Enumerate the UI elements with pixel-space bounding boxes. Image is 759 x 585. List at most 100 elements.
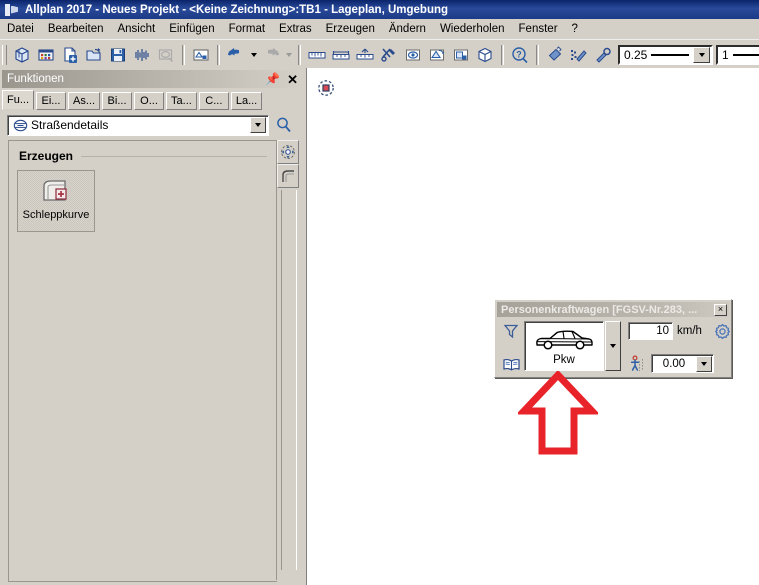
- menu-item-ansicht[interactable]: Ansicht: [110, 21, 162, 37]
- tab-c[interactable]: C...: [199, 92, 229, 110]
- menu-item-wiederholen[interactable]: Wiederholen: [433, 21, 512, 37]
- offset-value: 0.00: [652, 358, 696, 370]
- toolbar-grip[interactable]: [2, 45, 7, 65]
- speed-unit-label: km/h: [677, 325, 702, 337]
- red-up-arrow-annotation: [518, 371, 598, 455]
- gear-icon[interactable]: [714, 323, 731, 340]
- menu-item-einfuegen[interactable]: Einfügen: [162, 21, 221, 37]
- main-toolbar: ?: [0, 39, 759, 70]
- drawing-file-icon[interactable]: [449, 43, 473, 66]
- dialog-right-fields: 10 km/h: [628, 321, 731, 377]
- tools-icon[interactable]: [377, 43, 401, 66]
- group-header-label: Erzeugen: [19, 149, 73, 163]
- open-folder-icon[interactable]: [82, 43, 106, 66]
- toolbar-separator: [536, 45, 539, 65]
- menu-item-datei[interactable]: Datei: [0, 21, 41, 37]
- pin-icon[interactable]: 📌: [265, 73, 280, 85]
- tab-o[interactable]: O...: [134, 92, 164, 110]
- curve-tool-icon[interactable]: [277, 164, 299, 188]
- car-side-icon: [533, 327, 595, 353]
- panel-tab-strip: Fu... Ei... As... Bi... O... Ta... C... …: [2, 90, 304, 110]
- ruler-icon[interactable]: [305, 43, 329, 66]
- eyedropper-icon[interactable]: [591, 43, 615, 66]
- format-brush-icon[interactable]: [543, 43, 567, 66]
- tool-tile-label: Schleppkurve: [23, 209, 90, 221]
- line-type-combo[interactable]: 1: [716, 45, 759, 65]
- tool-tile-schleppkurve[interactable]: Schleppkurve: [17, 170, 95, 232]
- offset-select[interactable]: 0.00: [651, 354, 714, 373]
- module-icon: [11, 117, 29, 133]
- menu-item-help[interactable]: ?: [565, 21, 585, 37]
- dialog-body: Pkw 10 km/h: [495, 317, 731, 377]
- measure-length-icon[interactable]: [329, 43, 353, 66]
- panel-title: Funktionen: [7, 73, 64, 85]
- module-search-row: Straßendetails: [7, 114, 299, 136]
- preview-icon[interactable]: [154, 43, 178, 66]
- menu-item-bearbeiten[interactable]: Bearbeiten: [41, 21, 111, 37]
- menu-item-aendern[interactable]: Ändern: [382, 21, 433, 37]
- vehicle-type-display[interactable]: Pkw: [524, 321, 604, 371]
- layers-icon[interactable]: [130, 43, 154, 66]
- vehicle-type-dropdown-button[interactable]: [605, 321, 621, 371]
- toolbar-separator: [217, 45, 220, 65]
- chevron-down-icon: [610, 344, 616, 348]
- panel-side-rail: [276, 140, 299, 580]
- allplan-logo-icon: [4, 3, 20, 17]
- open-drawing-icon[interactable]: [425, 43, 449, 66]
- close-icon[interactable]: ×: [714, 304, 727, 316]
- chevron-down-icon[interactable]: [696, 356, 712, 372]
- book-catalog-icon[interactable]: [503, 358, 520, 371]
- functions-dock-panel: Funktionen 📌 ✕ Fu... Ei... As... Bi... O…: [0, 68, 307, 585]
- pen-thickness-value: 0.25: [620, 48, 647, 62]
- module-select[interactable]: Straßendetails: [7, 115, 269, 136]
- line-type-preview-line: [733, 54, 759, 56]
- panel-title-bar: Funktionen 📌 ✕: [2, 70, 302, 88]
- undo-dropdown-arrow[interactable]: [248, 43, 259, 66]
- redo-dropdown-arrow[interactable]: [283, 43, 294, 66]
- menu-item-fenster[interactable]: Fenster: [512, 21, 565, 37]
- snap-point-icon: [317, 79, 335, 97]
- panel-content: Erzeugen Schleppkurve: [8, 140, 277, 582]
- dialog-left-icon-column: [500, 321, 522, 377]
- speed-input[interactable]: 10: [628, 322, 673, 340]
- chevron-down-icon[interactable]: [693, 47, 710, 63]
- tab-la[interactable]: La...: [231, 92, 262, 110]
- cube-3d-icon[interactable]: [473, 43, 497, 66]
- offset-row: 0.00: [628, 354, 731, 373]
- redo-icon[interactable]: [259, 43, 283, 66]
- pedestrian-clearance-icon: [628, 355, 647, 373]
- dialog-title-bar[interactable]: Personenkraftwagen [FGSV-Nr.283, ... ×: [497, 302, 729, 317]
- schleppkurve-icon: [39, 177, 73, 205]
- close-icon[interactable]: ✕: [287, 73, 298, 86]
- tab-bi[interactable]: Bi...: [102, 92, 132, 110]
- menu-item-format[interactable]: Format: [222, 21, 272, 37]
- filter-icon[interactable]: [503, 323, 519, 339]
- help-search-icon[interactable]: ?: [508, 43, 532, 66]
- tab-funktionen[interactable]: Fu...: [2, 90, 34, 110]
- pen-thickness-preview-line: [651, 54, 689, 56]
- menu-item-erzeugen[interactable]: Erzeugen: [319, 21, 382, 37]
- menu-item-extras[interactable]: Extras: [272, 21, 319, 37]
- measure-area-icon[interactable]: [353, 43, 377, 66]
- drawing-canvas[interactable]: Personenkraftwagen [FGSV-Nr.283, ... ×: [307, 68, 759, 585]
- toolbar-separator: [298, 45, 301, 65]
- new-project-icon[interactable]: [10, 43, 34, 66]
- speed-row: 10 km/h: [628, 322, 731, 340]
- tab-ta[interactable]: Ta...: [166, 92, 197, 110]
- project-pilot-icon[interactable]: [34, 43, 58, 66]
- tab-ei[interactable]: Ei...: [36, 92, 66, 110]
- save-icon[interactable]: [106, 43, 130, 66]
- undo-icon[interactable]: [224, 43, 248, 66]
- visibility-icon[interactable]: [401, 43, 425, 66]
- magnifier-icon[interactable]: [273, 115, 295, 135]
- toolbar-separator: [182, 45, 185, 65]
- panel-rail-scroll-track[interactable]: [281, 190, 297, 570]
- plan-layout-icon[interactable]: [189, 43, 213, 66]
- pen-thickness-combo[interactable]: 0.25: [618, 45, 713, 65]
- group-header-rule: [81, 156, 267, 157]
- match-properties-icon[interactable]: [567, 43, 591, 66]
- align-tool-icon[interactable]: [277, 140, 299, 164]
- chevron-down-icon[interactable]: [250, 117, 266, 133]
- tab-as[interactable]: As...: [68, 92, 100, 110]
- new-document-icon[interactable]: [58, 43, 82, 66]
